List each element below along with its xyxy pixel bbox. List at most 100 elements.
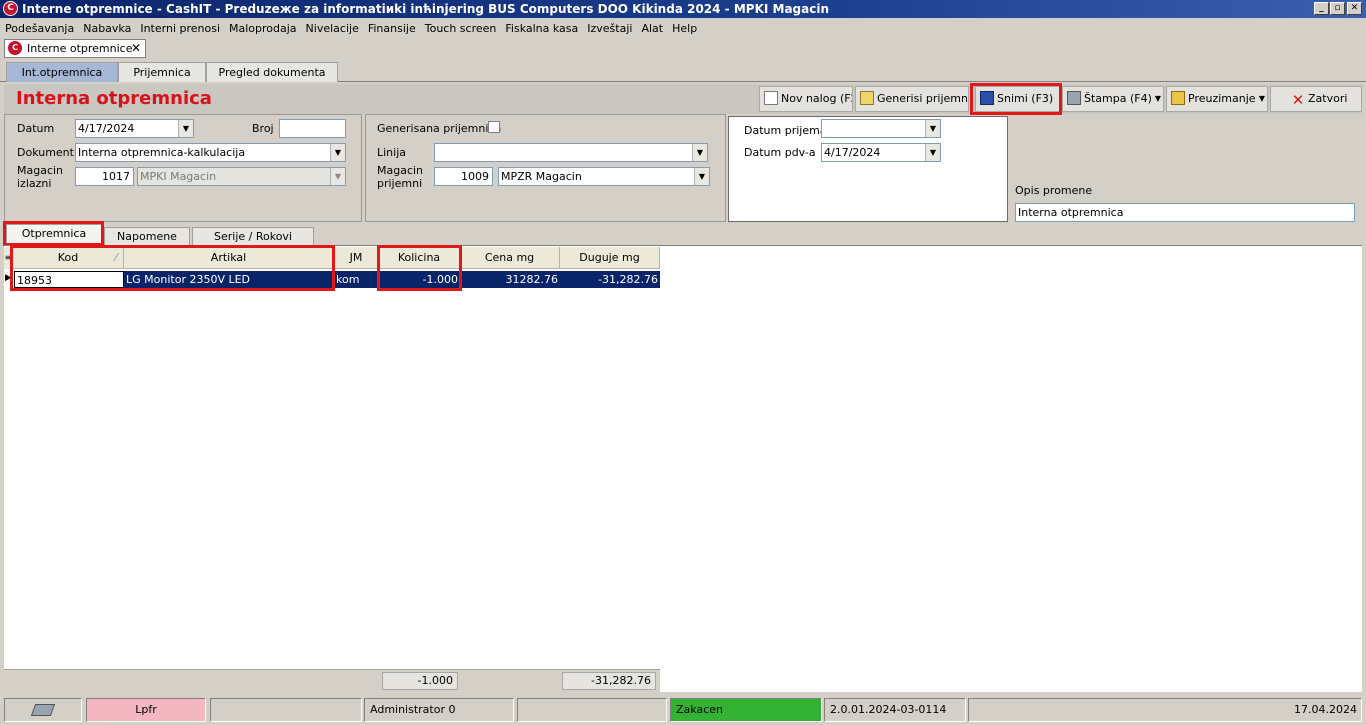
minimize-button[interactable]: _ bbox=[1314, 2, 1329, 15]
status-empty-2 bbox=[517, 698, 667, 722]
red-x-icon: ✕ bbox=[1291, 91, 1305, 109]
kolicina-highlight bbox=[377, 245, 462, 291]
magacin-prijemni-code[interactable]: 1009 bbox=[434, 167, 493, 186]
title-bar: C Interne otpremnice - CashIT - Preduzeж… bbox=[0, 0, 1366, 18]
chevron-down-icon[interactable]: ▼ bbox=[330, 144, 345, 161]
col-cena-mg[interactable]: Cena mg bbox=[460, 247, 560, 269]
close-label: Zatvori bbox=[1308, 92, 1348, 105]
cell-jm[interactable]: kom bbox=[334, 271, 379, 288]
menu-alat[interactable]: Alat bbox=[641, 22, 663, 35]
chevron-down-icon[interactable]: ▼ bbox=[178, 120, 193, 137]
total-kolicina: -1.000 bbox=[382, 672, 458, 690]
new-order-label: Nov nalog (F2) bbox=[781, 92, 852, 105]
close-tab-icon[interactable]: ✕ bbox=[131, 40, 141, 57]
chevron-down-icon[interactable]: ▼ bbox=[925, 144, 940, 161]
chevron-down-icon: ▼ bbox=[330, 168, 345, 185]
grid-area bbox=[4, 245, 1362, 692]
menu-finansije[interactable]: Finansije bbox=[368, 22, 416, 35]
grid-tab-serije[interactable]: Serije / Rokovi trajanja bbox=[192, 227, 314, 261]
network-status[interactable] bbox=[4, 698, 82, 722]
menu-bar: Podešavanja Nabavka Interni prenosi Malopro… bbox=[0, 19, 1366, 38]
kod-artikal-highlight bbox=[10, 245, 335, 291]
magacin-prijemni-label-1: Magacin bbox=[377, 164, 424, 177]
print-dropdown-icon[interactable]: ▼ bbox=[1155, 87, 1161, 111]
user-status: Administrator 0 bbox=[364, 698, 514, 722]
magacin-izlazni-name-value: MPKI Magacin bbox=[140, 170, 217, 183]
menu-help[interactable]: Help bbox=[672, 22, 697, 35]
window-title: Interne otpremnice - CashIT - Preduzeжe … bbox=[22, 2, 829, 16]
menu-podesavanja[interactable]: Podešavanja bbox=[5, 22, 74, 35]
magacin-izlazni-code[interactable]: 1017 bbox=[75, 167, 134, 186]
new-order-button[interactable]: Nov nalog (F2) bbox=[759, 86, 853, 112]
linija-label: Linija bbox=[377, 146, 407, 159]
datum-field[interactable]: 4/17/2024 ▼ bbox=[75, 119, 194, 138]
printer-icon bbox=[1067, 91, 1081, 105]
otpremnica-tab-highlight bbox=[3, 221, 104, 246]
generate-label: Generisi prijemnicu bbox=[877, 92, 968, 105]
takeover-button[interactable]: Preuzimanje ▼ bbox=[1166, 86, 1268, 112]
dokument-label: Dokument bbox=[17, 146, 74, 159]
total-duguje: -31,282.76 bbox=[562, 672, 656, 690]
chevron-down-icon[interactable]: ▼ bbox=[692, 144, 707, 161]
date-status: 17.04.2024 bbox=[968, 698, 1362, 722]
linija-field[interactable]: ▼ bbox=[434, 143, 708, 162]
col-duguje-mg[interactable]: Duguje mg bbox=[560, 247, 660, 269]
grid-tab-napomene[interactable]: Napomene bbox=[104, 227, 190, 245]
menu-nabavka[interactable]: Nabavka bbox=[83, 22, 131, 35]
broj-field[interactable] bbox=[279, 119, 346, 138]
broj-label: Broj bbox=[252, 122, 274, 135]
print-button[interactable]: Štampa (F4) ▼ bbox=[1062, 86, 1164, 112]
tab-pregled-dokumenta[interactable]: Pregled dokumenta bbox=[206, 62, 338, 82]
col-jm[interactable]: JM bbox=[334, 247, 379, 269]
datum-prijema-label: Datum prijema bbox=[744, 124, 827, 137]
magacin-prijemni-label-2: prijemni bbox=[377, 177, 423, 190]
version-status: 2.0.01.2024-03-0114 bbox=[824, 698, 966, 722]
generate-receipt-button[interactable]: Generisi prijemnicu bbox=[855, 86, 969, 112]
app-icon: C bbox=[3, 1, 18, 16]
menu-nivelacije[interactable]: Nivelacije bbox=[306, 22, 359, 35]
magacin-izlazni-name: MPKI Magacin ▼ bbox=[137, 167, 346, 186]
tab-int-otpremnica[interactable]: Int.otpremnica bbox=[6, 62, 118, 82]
chevron-down-icon[interactable]: ▼ bbox=[925, 120, 940, 137]
datum-pdv-label: Datum pdv-a bbox=[744, 146, 816, 159]
document-icon bbox=[764, 91, 778, 105]
close-window-button[interactable]: ✕ bbox=[1347, 2, 1362, 15]
network-icon bbox=[30, 704, 56, 716]
status-empty-1 bbox=[210, 698, 362, 722]
magacin-prijemni-name-value: MPZR Magacin bbox=[501, 170, 582, 183]
datum-value: 4/17/2024 bbox=[78, 122, 135, 135]
generisana-label: Generisana prijemnica bbox=[377, 122, 502, 135]
document-tab[interactable]: C Interne otpremnice ✕ bbox=[4, 39, 146, 58]
chevron-down-icon[interactable]: ▼ bbox=[694, 168, 709, 185]
generate-icon bbox=[860, 91, 874, 105]
generisana-checkbox[interactable] bbox=[488, 121, 500, 133]
magacin-prijemni-name[interactable]: MPZR Magacin ▼ bbox=[498, 167, 710, 186]
opis-field[interactable]: Interna otpremnica bbox=[1015, 203, 1355, 222]
magacin-izlazni-label-1: Magacin bbox=[17, 164, 64, 177]
dokument-value: Interna otpremnica-kalkulacija bbox=[78, 146, 246, 159]
lpfr-status: Lpfr bbox=[86, 698, 206, 722]
close-button[interactable]: ✕ Zatvori bbox=[1270, 86, 1362, 112]
magacin-izlazni-label-2: izlazni bbox=[17, 177, 52, 190]
datum-pdv-field[interactable]: 4/17/2024 ▼ bbox=[821, 143, 941, 162]
cell-duguje[interactable]: -31,282.76 bbox=[560, 271, 660, 288]
dokument-field[interactable]: Interna otpremnica-kalkulacija ▼ bbox=[75, 143, 346, 162]
menu-touch-screen[interactable]: Touch screen bbox=[425, 22, 497, 35]
menu-fiskalna-kasa[interactable]: Fiskalna kasa bbox=[505, 22, 578, 35]
datum-pdv-value: 4/17/2024 bbox=[824, 146, 881, 159]
restore-button[interactable]: ▫ bbox=[1330, 2, 1345, 15]
folder-icon bbox=[1171, 91, 1185, 105]
cell-cena[interactable]: 31282.76 bbox=[460, 271, 560, 288]
document-tab-label: Interne otpremnice bbox=[27, 42, 133, 55]
datum-label: Datum bbox=[17, 122, 55, 135]
menu-interni-prenosi[interactable]: Interni prenosi bbox=[140, 22, 220, 35]
connection-status: Zakacen bbox=[670, 698, 822, 722]
datum-prijema-field[interactable]: ▼ bbox=[821, 119, 941, 138]
tab-prijemnica[interactable]: Prijemnica bbox=[118, 62, 206, 82]
app-logo-icon: C bbox=[8, 41, 22, 55]
menu-maloprodaja[interactable]: Maloprodaja bbox=[229, 22, 297, 35]
print-label: Štampa (F4) bbox=[1084, 92, 1152, 105]
menu-izvestaji[interactable]: Izveštaji bbox=[587, 22, 632, 35]
takeover-dropdown-icon[interactable]: ▼ bbox=[1259, 87, 1265, 111]
save-highlight bbox=[970, 83, 1062, 115]
